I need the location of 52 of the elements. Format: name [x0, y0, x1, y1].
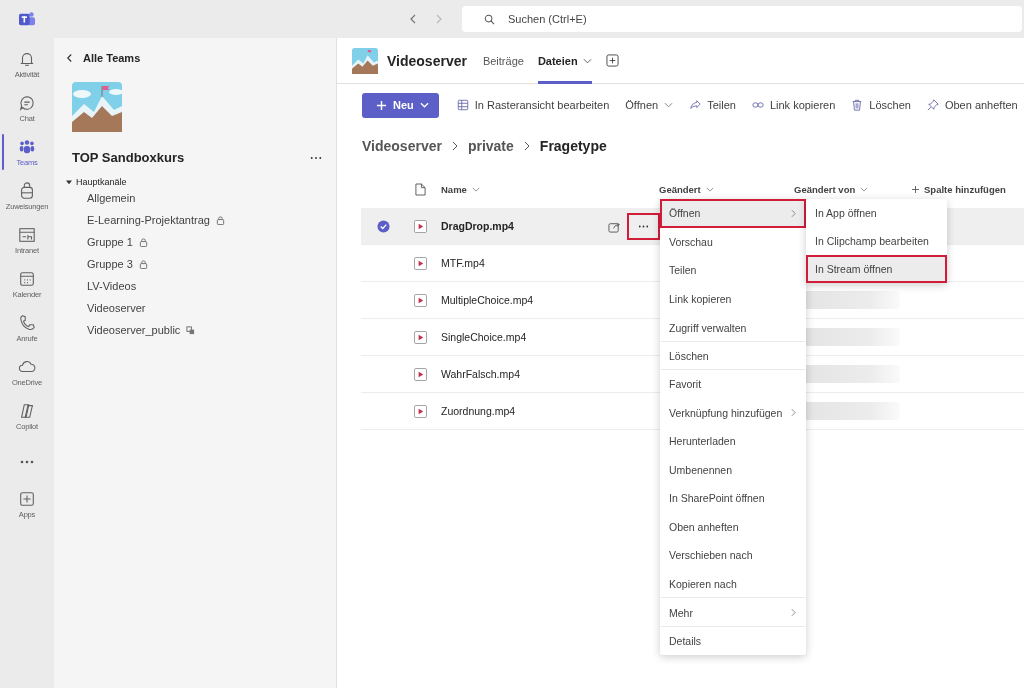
- search-field[interactable]: Suchen (Ctrl+E): [462, 6, 1022, 32]
- section-header[interactable]: Hauptkanäle: [66, 177, 336, 187]
- menu-item[interactable]: Vorschau: [660, 227, 806, 256]
- menu-item[interactable]: Teilen: [660, 256, 806, 285]
- channel-item[interactable]: Videoserver: [87, 302, 146, 314]
- file-name[interactable]: Zuordnung.mp4: [441, 405, 659, 417]
- menu-item[interactable]: Öffnen: [660, 199, 806, 228]
- menu-item[interactable]: Oben anheften: [660, 512, 806, 541]
- file-name[interactable]: WahrFalsch.mp4: [441, 368, 659, 380]
- tab[interactable]: Dateien: [537, 37, 592, 84]
- menu-item[interactable]: Umbenennen: [660, 455, 806, 484]
- menu-item[interactable]: In App öffnen: [806, 199, 947, 227]
- breadcrumb-item[interactable]: private: [467, 138, 514, 154]
- column-header[interactable]: Geändert: [659, 183, 701, 195]
- menu-item[interactable]: Verschieben nach: [660, 541, 806, 570]
- add-column-button[interactable]: Spalte hinzufügen: [924, 183, 1006, 195]
- toolbar-button[interactable]: Teilen: [689, 99, 736, 111]
- menu-item[interactable]: In Clipchamp bearbeiten: [806, 227, 947, 255]
- team-name: TOP Sandboxkurs: [72, 150, 185, 165]
- toolbar-button[interactable]: Öffnen: [625, 99, 674, 111]
- column-header[interactable]: Geändert von: [794, 183, 856, 195]
- toolbar-button[interactable]: In Rasteransicht bearbeiten: [456, 99, 610, 111]
- channel-item[interactable]: E-Learning-Projektantrag: [87, 214, 210, 226]
- menu-item[interactable]: Mehr: [660, 598, 806, 627]
- channel-item[interactable]: Allgemein: [87, 192, 136, 204]
- column-header[interactable]: Name: [441, 183, 467, 195]
- menu-item[interactable]: In SharePoint öffnen: [660, 484, 806, 513]
- menu-item[interactable]: In Stream öffnen: [806, 255, 947, 283]
- breadcrumb-item[interactable]: Fragetype: [539, 138, 607, 154]
- toolbar-button[interactable]: Link kopieren: [751, 99, 836, 111]
- menu-item[interactable]: Herunterladen: [660, 427, 806, 456]
- menu-item[interactable]: Details: [660, 626, 806, 655]
- menu-item[interactable]: Kopieren nach: [660, 569, 806, 598]
- toolbar-button[interactable]: Oben anheften: [926, 99, 1018, 111]
- channel-item[interactable]: LV-Videos: [87, 280, 137, 292]
- toolbar-button[interactable]: Löschen: [851, 99, 911, 111]
- file-name[interactable]: MultipleChoice.mp4: [441, 294, 659, 306]
- menu-item[interactable]: Zugriff verwalten: [660, 313, 806, 342]
- menu-item[interactable]: Link kopieren: [660, 284, 806, 313]
- channel-item[interactable]: Gruppe 1: [87, 236, 133, 248]
- tab[interactable]: Beiträge: [482, 37, 524, 84]
- menu-item[interactable]: Verknüpfung hinzufügen: [660, 398, 806, 427]
- file-name[interactable]: MTF.mp4: [441, 257, 659, 269]
- channel-title: Videoserver: [387, 52, 467, 69]
- file-name[interactable]: SingleChoice.mp4: [441, 331, 659, 343]
- breadcrumb-item[interactable]: Videoserver: [362, 138, 442, 154]
- new-button[interactable]: Neu: [362, 92, 439, 118]
- channel-item[interactable]: Videoserver_public: [87, 324, 181, 336]
- channel-item[interactable]: Gruppe 3: [87, 258, 133, 270]
- menu-item[interactable]: Löschen: [660, 341, 806, 370]
- back-link[interactable]: Alle Teams: [66, 52, 336, 64]
- file-name[interactable]: DragDrop.mp4: [441, 220, 608, 232]
